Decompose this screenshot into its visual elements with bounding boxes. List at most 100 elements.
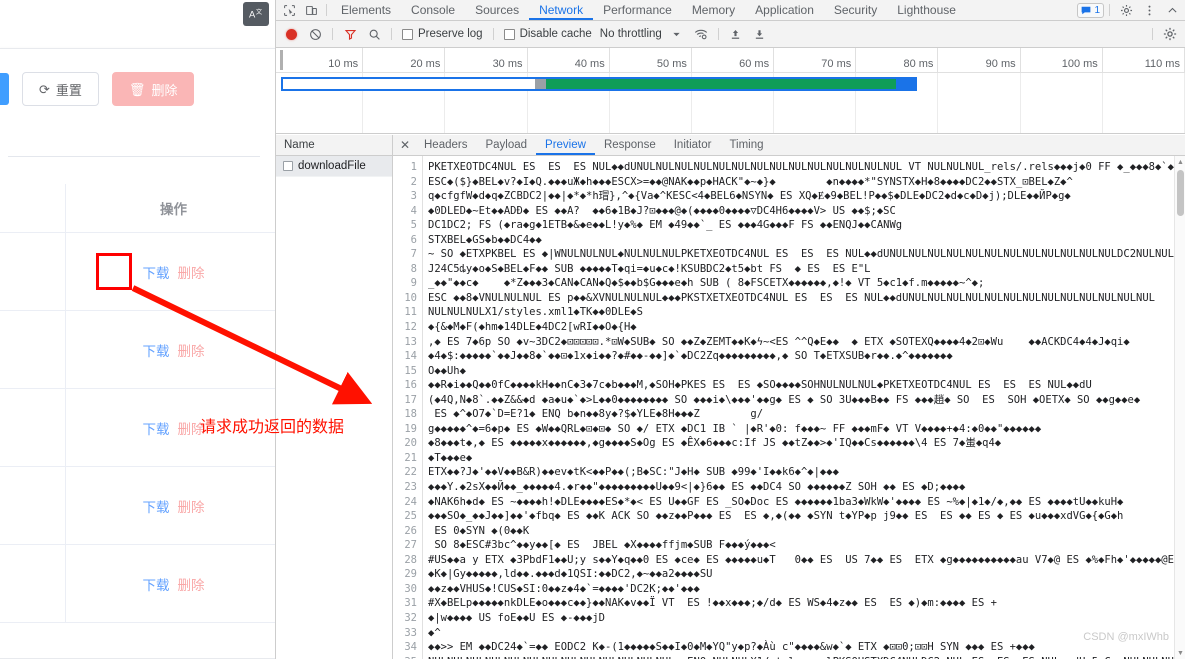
timeline-tick-label: 110 ms: [1144, 58, 1180, 70]
download-link[interactable]: 下载: [143, 262, 170, 282]
device-toolbar-icon[interactable]: [300, 0, 322, 20]
tab-performance[interactable]: Performance: [593, 0, 682, 20]
scroll-down-icon[interactable]: ▼: [1175, 647, 1185, 659]
preview-content[interactable]: 1 2 3 4 5 6 7 8 9 10 11 12 13 14 15 16 17 18 19 20 21 22 23 24 2…: [393, 156, 1185, 659]
table-row[interactable]: 下载 删除: [0, 544, 275, 623]
code-line: ◆^: [428, 626, 441, 639]
code-line: ES ◆^◆O7◆`D=E?1◆ ENQ b◆n◆◆8y◆?$◆YLE◆8H◆◆…: [428, 408, 764, 421]
feedback-icon[interactable]: 1: [1077, 2, 1104, 18]
table-row[interactable]: 下载 删除: [0, 466, 275, 545]
export-har-icon[interactable]: [749, 24, 771, 44]
line-number: 29: [404, 568, 417, 581]
download-link[interactable]: 下载: [143, 496, 170, 516]
translate-icon[interactable]: A 文: [243, 2, 269, 26]
page-toolbar: ⟳ 重置 🗑 删除: [0, 63, 275, 115]
throttling-select[interactable]: No throttling: [598, 28, 664, 40]
tab-sources[interactable]: Sources: [465, 0, 529, 20]
tab-initiator[interactable]: Initiator: [665, 135, 721, 155]
timeline-gridline: [938, 73, 1021, 133]
download-glyph: [756, 29, 764, 39]
delete-link[interactable]: 删除: [178, 418, 205, 438]
filter-funnel-icon: [344, 29, 356, 40]
upload-glyph: [732, 29, 740, 39]
table-row[interactable]: 下载 删除: [0, 388, 275, 467]
delete-link[interactable]: 删除: [178, 496, 205, 516]
code-line: _◆◆"◆◆c◆ ◆*Z◆◆◆3◆CAN◆CAN◆Q◆$◆◆b$G◆◆◆e◆h …: [428, 277, 985, 290]
tab-headers[interactable]: Headers: [415, 135, 476, 155]
toolbar-divider-2: [391, 28, 392, 40]
code-line: ◆K◆|Gy◆◆◆◆◆,ld◆◆.◆◆◆d◆1QSI:◆◆DC2,◆~◆◆a2◆…: [428, 568, 713, 581]
settings-gear-icon[interactable]: [1115, 0, 1137, 20]
tab-lighthouse[interactable]: Lighthouse: [887, 0, 966, 20]
toolbar-divider: [8, 156, 260, 157]
delete-button-label: 删除: [151, 82, 178, 98]
network-overview-timeline[interactable]: 10 ms 20 ms 30 ms 40 ms 50 ms 60 ms 70 ms 80 ms…: [276, 48, 1185, 134]
toolbar-divider-5: [1152, 28, 1153, 40]
timeline-tick-label: 30 ms: [492, 58, 523, 70]
inspect-glyph: [283, 4, 295, 16]
tab-console[interactable]: Console: [401, 0, 465, 20]
code-lines: PKETXEOTDC4NUL ES ES ES NUL◆◆dUNULNULNUL…: [423, 156, 1185, 659]
line-number: 1: [410, 161, 417, 173]
timeline-tick: 70 ms: [774, 48, 857, 73]
tab-payload[interactable]: Payload: [476, 135, 536, 155]
table-row[interactable]: 下载 删除: [0, 310, 275, 389]
query-button-partial[interactable]: [0, 73, 9, 105]
tab-response[interactable]: Response: [595, 135, 665, 155]
network-conditions-icon[interactable]: [690, 24, 712, 44]
scrollbar-thumb[interactable]: [1177, 170, 1184, 216]
table-row[interactable]: 下载 删除: [0, 232, 275, 311]
timeline-tick-label: 100 ms: [1061, 58, 1098, 70]
close-icon[interactable]: ✕: [395, 135, 415, 155]
web-page-panel: A 文 ⟳ 重置 🗑 删除 操作 下载 删除 下载 删除 下载 删除 下载 删除…: [0, 0, 275, 659]
download-link[interactable]: 下载: [143, 574, 170, 594]
line-number: 8: [410, 262, 417, 275]
code-line: (◆4Q,N◆8`.◆◆Z&&◆d ◆a◆u◆`◆>L◆◆0◆◆◆◆◆◆◆◆ S…: [428, 393, 1141, 406]
tab-network[interactable]: Network: [529, 0, 594, 20]
network-body: Name downloadFile ✕ Headers Payload Prev…: [276, 135, 1185, 659]
delete-link[interactable]: 删除: [178, 262, 205, 282]
preview-vertical-scrollbar[interactable]: ▲ ▼: [1174, 156, 1185, 659]
inspect-element-icon[interactable]: [278, 0, 300, 20]
line-number: 16: [404, 379, 417, 392]
search-button[interactable]: [363, 24, 385, 44]
tab-application[interactable]: Application: [745, 0, 824, 20]
reset-button[interactable]: ⟳ 重置: [22, 72, 99, 106]
timeline-tick: 110 ms: [1103, 48, 1185, 73]
delete-link[interactable]: 删除: [178, 574, 205, 594]
line-number: 18: [404, 408, 417, 421]
download-link[interactable]: 下载: [143, 418, 170, 438]
tab-elements[interactable]: Elements: [331, 0, 401, 20]
row-actions: 下载 删除: [66, 496, 275, 516]
import-har-icon[interactable]: [725, 24, 747, 44]
gear-glyph: [1120, 4, 1132, 16]
refresh-icon: ⟳: [39, 81, 50, 97]
filter-button[interactable]: [339, 24, 361, 44]
timeline-ruler: 10 ms 20 ms 30 ms 40 ms 50 ms 60 ms 70 ms 80 ms…: [276, 48, 1185, 73]
tab-timing[interactable]: Timing: [720, 135, 772, 155]
delete-link[interactable]: 删除: [178, 340, 205, 360]
tab-security[interactable]: Security: [824, 0, 887, 20]
reset-button-label: 重置: [55, 82, 82, 98]
line-number: 19: [404, 422, 417, 435]
tab-preview[interactable]: Preview: [536, 135, 595, 155]
clear-button[interactable]: [304, 24, 326, 44]
disable-cache-checkbox[interactable]: Disable cache: [500, 28, 596, 40]
network-settings-gear-icon[interactable]: [1159, 24, 1181, 44]
throttling-chevron-down-icon[interactable]: [666, 24, 688, 44]
preserve-log-checkbox[interactable]: Preserve log: [398, 28, 487, 40]
more-options-icon[interactable]: [1138, 0, 1160, 20]
timeline-tick: 60 ms: [692, 48, 775, 73]
waterfall-bar[interactable]: [280, 77, 917, 91]
request-row-downloadfile[interactable]: downloadFile: [276, 156, 392, 177]
code-line: ◆◆◆SO◆_◆◆J◆◆]◆◆'◆fbq◆ ES ◆◆K ACK SO ◆◆z◆…: [428, 510, 1124, 523]
line-number: 21: [404, 451, 417, 464]
row-left-cell: [0, 466, 66, 545]
collapse-chevron-icon[interactable]: [1161, 0, 1183, 20]
download-link[interactable]: 下载: [143, 340, 170, 360]
record-button[interactable]: [280, 24, 302, 44]
delete-button[interactable]: 🗑 删除: [111, 72, 195, 106]
scroll-up-icon[interactable]: ▲: [1175, 156, 1185, 168]
tab-memory[interactable]: Memory: [682, 0, 745, 20]
line-number: 7: [410, 248, 417, 261]
